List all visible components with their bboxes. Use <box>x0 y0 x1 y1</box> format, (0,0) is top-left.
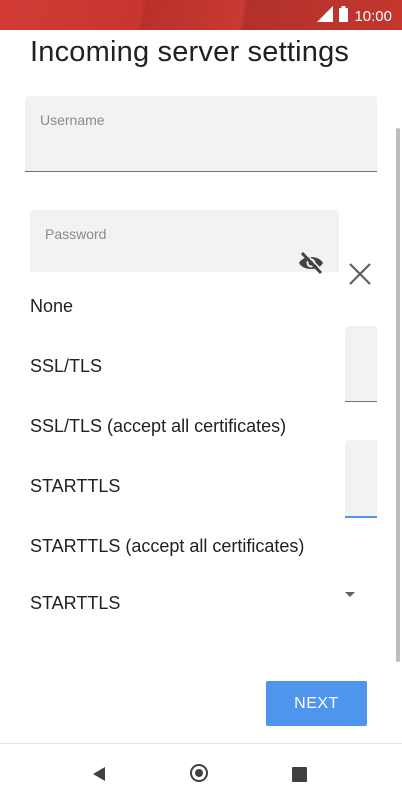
back-icon[interactable] <box>93 767 105 781</box>
menu-item-ssl-tls[interactable]: SSL/TLS <box>0 336 345 396</box>
port-field-partial <box>345 326 377 402</box>
home-icon[interactable] <box>190 764 208 782</box>
menu-item-starttls[interactable]: STARTTLS <box>0 456 345 516</box>
server-field-partial <box>345 440 377 518</box>
security-type-menu: None SSL/TLS SSL/TLS (accept all certifi… <box>0 276 345 576</box>
dropdown-arrow-icon[interactable] <box>345 592 355 597</box>
password-field[interactable]: Password <box>30 210 339 275</box>
password-label: Password <box>45 226 107 242</box>
server-field-underline <box>345 516 377 518</box>
status-time: 10:00 <box>354 8 392 25</box>
username-label: Username <box>40 112 105 128</box>
username-underline <box>25 171 377 172</box>
menu-item-ssl-tls-accept-all[interactable]: SSL/TLS (accept all certificates) <box>0 396 345 456</box>
username-field[interactable]: Username <box>25 96 377 172</box>
status-bar: 10:00 <box>0 0 402 30</box>
close-icon[interactable] <box>345 259 375 289</box>
page-title: Incoming server settings <box>30 36 350 68</box>
navigation-bar <box>0 743 402 805</box>
menu-item-none[interactable]: None <box>0 276 345 336</box>
menu-item-starttls-accept-all[interactable]: STARTTLS (accept all certificates) <box>0 516 345 576</box>
scrollbar[interactable] <box>396 128 400 662</box>
port-field-underline <box>345 401 377 402</box>
battery-icon <box>339 6 349 27</box>
next-button[interactable]: NEXT <box>266 681 367 726</box>
recent-apps-icon[interactable] <box>292 767 307 782</box>
cell-signal-icon <box>317 6 334 27</box>
security-type-selected[interactable]: STARTTLS <box>30 593 120 614</box>
